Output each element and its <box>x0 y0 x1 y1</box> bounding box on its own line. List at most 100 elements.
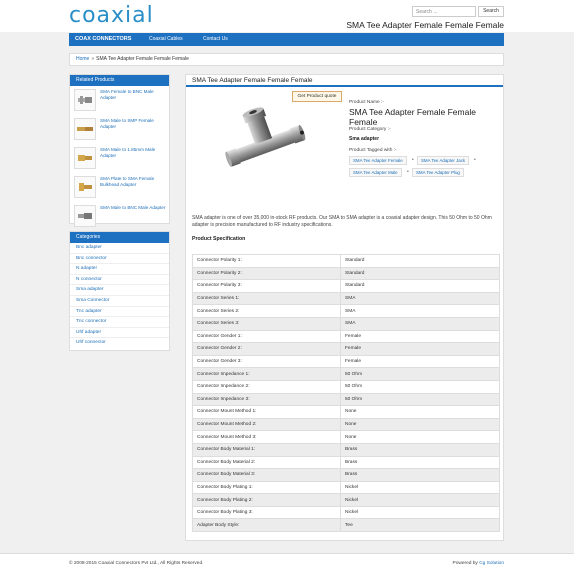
footer-powered-prefix: Powered by <box>452 561 478 566</box>
spec-key: Connector Impedance 1: <box>192 367 341 381</box>
spec-value: Brass <box>340 455 500 470</box>
spec-key: Connector Body Material 1: <box>192 442 341 457</box>
get-quote-button[interactable]: Get Product quote <box>292 91 342 102</box>
related-item-link[interactable]: SMA Male to 1.85mm Male Adapter <box>100 147 166 159</box>
page-heading: SMA Tee Adapter Female Female Female <box>346 20 504 30</box>
related-products-panel: Related Products SMA Female to BNC Male … <box>69 74 170 227</box>
spec-value: Brass <box>340 442 500 457</box>
breadcrumb-home[interactable]: Home <box>76 56 89 62</box>
product-tag[interactable]: SMA Tee Adapter Jack <box>417 156 470 165</box>
spec-key: Connector Mount Method 3: <box>192 430 341 444</box>
product-category[interactable]: Sma adapter <box>349 136 379 142</box>
spec-row: Connector Mount Method 1: None <box>192 405 500 419</box>
tag-separator: • <box>474 157 476 163</box>
spec-row: Connector Series 2: SMA <box>192 304 500 318</box>
category-link[interactable]: Tnc adapter <box>70 307 169 318</box>
related-item[interactable]: SMA Plate to SMA Female Bulkhead Adapter <box>70 173 169 202</box>
categories-title: Categories <box>70 232 169 243</box>
related-item[interactable]: SMA Male to 1.85mm Male Adapter <box>70 144 169 173</box>
product-name-label: Product Name :- <box>349 100 384 105</box>
spec-key: Connector Series 1: <box>192 291 341 306</box>
spec-key: Connector Body Material 3: <box>192 468 341 482</box>
product-tag[interactable]: SMA Tee Adapter Plug <box>412 168 464 177</box>
footer-powered-link[interactable]: Cg Solution <box>479 561 504 566</box>
product-tag[interactable]: SMA Tee Adapter Male <box>349 168 402 177</box>
category-link[interactable]: Uhf connector <box>70 338 169 349</box>
related-thumbnail[interactable] <box>74 118 96 140</box>
related-item[interactable]: SMA Male to BNC Male Adapter <box>70 202 169 231</box>
search-button[interactable]: Search <box>478 6 504 17</box>
spec-value: 50 Ohm <box>340 379 500 394</box>
categories-panel: Categories Bnc adapter Bnc connector N a… <box>69 231 170 351</box>
nav-brand[interactable]: COAX CONNECTORS <box>75 33 131 46</box>
related-item-link[interactable]: SMA Plate to SMA Female Bulkhead Adapter <box>100 176 166 188</box>
spec-key: Connector Mount Method 1: <box>192 405 341 419</box>
spec-value: SMA <box>340 316 500 331</box>
spec-value: Nickel <box>340 480 500 495</box>
spec-value: Standard <box>340 266 500 281</box>
related-item-link[interactable]: SMA Male to BNC Male Adapter <box>100 205 166 211</box>
nav-item-contact-us[interactable]: Contact Us <box>203 33 228 46</box>
related-item-link[interactable]: SMA Male to SMP Female Adapter <box>100 118 166 130</box>
main-nav: COAX CONNECTORS Coaxial Cables Contact U… <box>69 33 504 46</box>
spec-row: Connector Mount Method 2: None <box>192 417 500 432</box>
category-link[interactable]: Sma Connector <box>70 296 169 307</box>
spec-key: Connector Gender 2: <box>192 342 341 356</box>
category-link[interactable]: Tnc connector <box>70 317 169 328</box>
spec-value: Standard <box>340 254 500 268</box>
spec-key: Connector Mount Method 2: <box>192 417 341 432</box>
spec-key: Connector Body Plating 2: <box>192 493 341 507</box>
spec-key: Connector Body Plating 3: <box>192 505 341 520</box>
breadcrumb-current: SMA Tee Adapter Female Female Female <box>96 56 189 62</box>
related-thumbnail[interactable] <box>74 205 96 227</box>
category-link[interactable]: N connector <box>70 275 169 286</box>
spec-row: Connector Gender 3: Female <box>192 354 500 369</box>
spec-row: Connector Gender 2: Female <box>192 342 500 356</box>
spec-value: SMA <box>340 291 500 306</box>
related-item[interactable]: SMA Female to BNC Male Adapter <box>70 86 169 115</box>
nav-item-coaxial-cables[interactable]: Coaxial Cables <box>149 33 183 46</box>
spec-row: Connector Impedance 1: 50 Ohm <box>192 367 500 381</box>
search-input[interactable]: Search ... <box>412 6 476 17</box>
spec-row: Connector Body Plating 3: Nickel <box>192 505 500 520</box>
spec-table: Connector Polarity 1: Standard Connector P… <box>192 254 500 533</box>
related-thumbnail[interactable] <box>74 147 96 169</box>
spec-key: Connector Polarity 1: <box>192 254 341 268</box>
category-link[interactable]: N adapter <box>70 264 169 275</box>
spec-row: Connector Series 3: SMA <box>192 316 500 331</box>
related-products-title: Related Products <box>70 75 169 86</box>
spec-row: Connector Polarity 2: Standard <box>192 266 500 281</box>
footer-copyright: © 2008-2015 Coaxial Connectors Pvt Ltd.,… <box>69 561 204 566</box>
related-item-link[interactable]: SMA Female to BNC Male Adapter <box>100 89 166 101</box>
category-link[interactable]: Bnc adapter <box>70 243 169 254</box>
spec-row: Connector Series 1: SMA <box>192 291 500 306</box>
spec-key: Connector Gender 3: <box>192 354 341 369</box>
tag-separator: • <box>407 169 409 175</box>
spec-value: 50 Ohm <box>340 392 500 407</box>
product-panel: SMA Tee Adapter Female Female Female Get… <box>185 74 504 541</box>
category-link[interactable]: Uhf adapter <box>70 328 169 339</box>
spec-value: None <box>340 430 500 444</box>
product-image <box>225 107 306 167</box>
related-thumbnail[interactable] <box>74 89 96 111</box>
product-tag[interactable]: SMA Tee Adapter Female <box>349 156 407 165</box>
spec-key: Connector Series 3: <box>192 316 341 331</box>
breadcrumb-separator: » <box>91 56 95 62</box>
related-thumbnail[interactable] <box>74 176 96 198</box>
related-item[interactable]: SMA Male to SMP Female Adapter <box>70 115 169 144</box>
spec-value: None <box>340 405 500 419</box>
spec-key: Connector Polarity 3: <box>192 279 341 293</box>
site-logo[interactable]: coaxial <box>69 3 154 28</box>
product-category-label: Product Category :- <box>349 127 391 132</box>
category-link[interactable]: Bnc connector <box>70 254 169 265</box>
spec-value: Nickel <box>340 505 500 520</box>
spec-row: Connector Body Material 1: Brass <box>192 442 500 457</box>
spec-value: Female <box>340 342 500 356</box>
spec-value: Female <box>340 329 500 344</box>
spec-row: Connector Polarity 3: Standard <box>192 279 500 293</box>
spec-row: Connector Polarity 1: Standard <box>192 254 500 268</box>
spec-row: Connector Body Plating 2: Nickel <box>192 493 500 507</box>
spec-value: SMA <box>340 304 500 318</box>
product-description: SMA adapter is one of over 35,000 in-sto… <box>192 215 492 228</box>
category-link[interactable]: Sma adapter <box>70 285 169 296</box>
